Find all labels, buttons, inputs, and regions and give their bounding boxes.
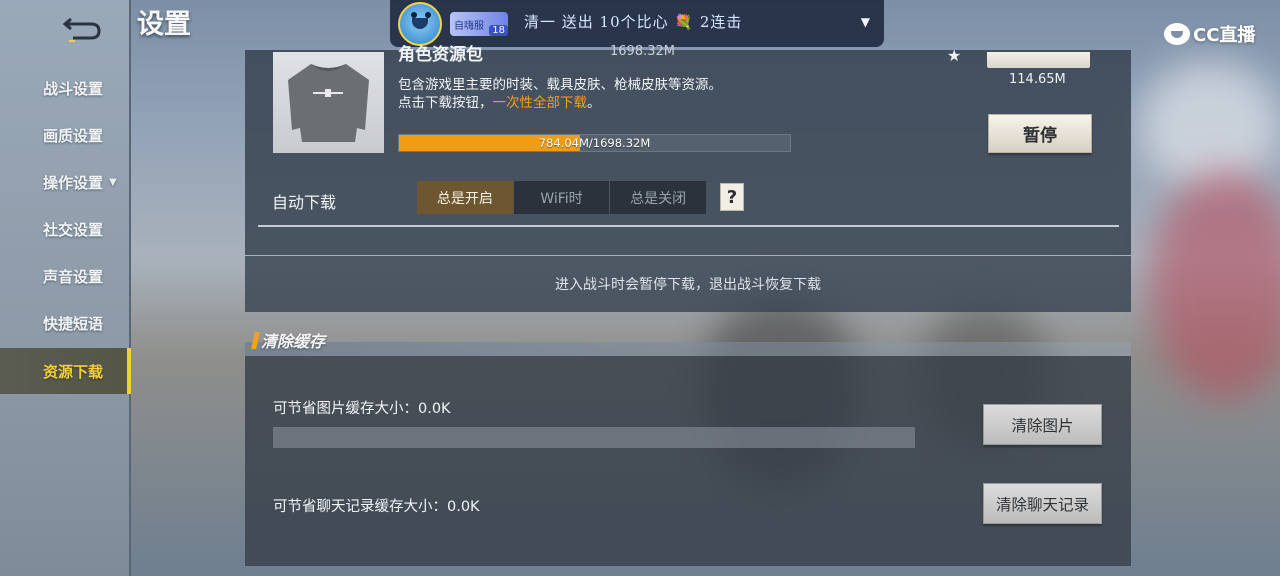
sidebar-item-graphics[interactable]: 画质设置 <box>0 112 131 158</box>
sidebar-item-label: 战斗设置 <box>43 79 104 98</box>
resource-download-panel: 角色资源包 1698.32M ★ 114.65M 包含游戏里主要的时装、载具皮肤… <box>245 44 1131 576</box>
package-card: 角色资源包 1698.32M ★ 114.65M 包含游戏里主要的时装、载具皮肤… <box>245 44 1131 255</box>
cc-logo-icon <box>1164 23 1190 45</box>
option-wifi-only[interactable]: WiFi时 <box>514 181 611 214</box>
sidebar-item-label: 声音设置 <box>43 267 104 286</box>
section-header-bg <box>245 342 1131 356</box>
auto-download-selector: 总是开启 WiFi时 总是关闭 <box>417 181 706 214</box>
back-arrow-icon <box>62 17 101 42</box>
option-always-off[interactable]: 总是关闭 <box>610 181 706 214</box>
backdrop-flag <box>1150 170 1280 400</box>
sidebar-item-label: 社交设置 <box>43 220 104 239</box>
sidebar-item-resource-download[interactable]: 资源下载 <box>0 348 131 394</box>
section-title-text: 清除缓存 <box>261 332 326 351</box>
sidebar-item-quick-phrases[interactable]: 快捷短语 <box>0 300 131 346</box>
help-icon[interactable]: ? <box>720 183 744 211</box>
favorite-icon[interactable]: ★ <box>947 46 961 65</box>
fan-badge-level: 18 <box>489 25 508 36</box>
download-button[interactable] <box>987 52 1090 68</box>
backdrop-highlight <box>1140 60 1280 190</box>
cache-card <box>245 356 1131 566</box>
instruction-prefix: 点击下载按钮， <box>398 95 493 111</box>
package-instruction: 点击下载按钮，一次性全部下载。 <box>398 91 601 111</box>
sidebar-item-label: 画质设置 <box>43 126 104 145</box>
page-title: 设置 <box>137 9 191 40</box>
instruction-highlight: 一次性全部下载 <box>492 95 588 111</box>
sidebar-item-label: 操作设置 <box>43 173 104 192</box>
package-description: 包含游戏里主要的时装、载具皮肤、枪械皮肤等资源。 <box>398 77 722 93</box>
fan-badge-name: 自嗨服 <box>454 20 484 32</box>
shirt-icon <box>288 64 369 142</box>
download-progress-bar: 784.04M/1698.32M <box>398 134 791 152</box>
sidebar-item-label: 资源下载 <box>43 362 104 381</box>
pause-button[interactable]: 暂停 <box>988 114 1092 153</box>
download-size: 114.65M <box>1009 72 1066 87</box>
dropdown-arrow-icon[interactable]: ▼ <box>861 15 870 29</box>
image-cache-bar <box>273 427 915 448</box>
instruction-suffix: 。 <box>587 95 601 111</box>
divider <box>258 225 1119 227</box>
progress-text: 784.04M/1698.32M <box>538 136 651 150</box>
auto-download-label: 自动下载 <box>272 193 337 212</box>
option-always-on[interactable]: 总是开启 <box>417 181 514 214</box>
sidebar: 战斗设置 画质设置 操作设置 ▼ 社交设置 声音设置 快捷短语 资源下载 <box>0 0 131 576</box>
clear-chat-button[interactable]: 清除聊天记录 <box>983 483 1102 524</box>
sidebar-item-label: 快捷短语 <box>43 314 104 333</box>
brand-name: CC直播 <box>1193 25 1256 46</box>
sidebar-item-controls[interactable]: 操作设置 ▼ <box>0 159 131 205</box>
sidebar-item-sound[interactable]: 声音设置 <box>0 253 131 299</box>
chat-cache-label: 可节省聊天记录缓存大小：0.0K <box>273 499 480 515</box>
clear-images-button[interactable]: 清除图片 <box>983 404 1102 445</box>
image-cache-label: 可节省图片缓存大小：0.0K <box>273 401 451 417</box>
clear-cache-heading: 清除缓存 <box>251 328 326 352</box>
sidebar-item-social[interactable]: 社交设置 <box>0 206 131 252</box>
brand-logo: CC直播 <box>1164 21 1255 47</box>
section-marker <box>251 331 260 349</box>
battle-pause-notice: 进入战斗时会暂停下载，退出战斗恢复下载 <box>245 256 1131 312</box>
fan-badge: 自嗨服 18 <box>450 12 508 36</box>
gift-message: 清一 送出 10个比心 💐 2连击 <box>524 13 743 31</box>
package-total-size: 1698.32M <box>610 44 675 59</box>
package-thumbnail <box>273 52 384 153</box>
package-title: 角色资源包 <box>398 45 483 65</box>
back-button[interactable] <box>58 10 108 46</box>
caret-down-icon: ▼ <box>109 176 117 188</box>
sidebar-item-battle[interactable]: 战斗设置 <box>0 65 131 111</box>
